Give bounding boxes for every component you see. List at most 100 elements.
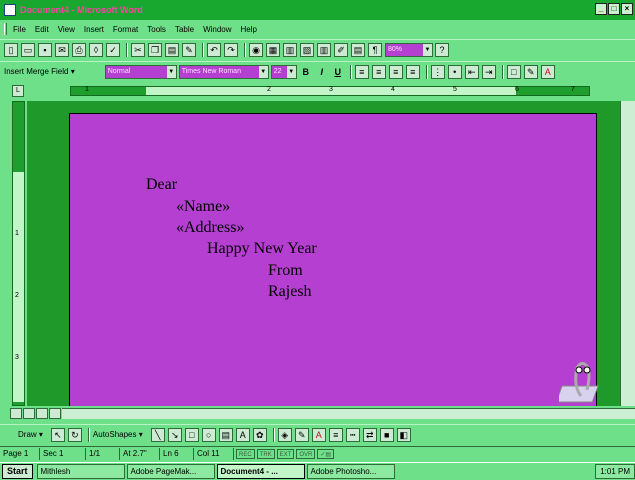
horizontal-ruler[interactable]: 1 2 3 4 5 6 7	[70, 86, 590, 96]
tables-borders-icon[interactable]: ▦	[266, 42, 280, 57]
cut-icon[interactable]: ✂	[131, 42, 145, 57]
spelling-icon[interactable]: ✓	[106, 42, 120, 57]
show-hide-icon[interactable]: ¶	[368, 42, 382, 57]
start-button[interactable]: Start	[2, 464, 33, 479]
task-document4[interactable]: Document4 - ...	[216, 464, 305, 479]
status-ext[interactable]: EXT	[276, 448, 295, 459]
vertical-scrollbar[interactable]	[620, 101, 635, 406]
print-icon[interactable]: ⎙	[72, 42, 86, 57]
maximize-button[interactable]: □	[608, 3, 620, 15]
hyperlink-icon[interactable]: ◉	[249, 42, 263, 57]
word-app-icon[interactable]	[4, 4, 16, 16]
align-right-icon[interactable]: ≡	[388, 64, 403, 79]
open-folder-icon[interactable]: ▭	[21, 42, 35, 57]
document-map-icon[interactable]: ▤	[351, 42, 365, 57]
document-page[interactable]: Dear «Name» «Address» Happy New Year Fro…	[69, 113, 597, 406]
font-color-icon[interactable]: A	[311, 427, 326, 442]
task-mithlesh[interactable]: Mithlesh	[36, 464, 125, 479]
dash-style-icon[interactable]: ┅	[345, 427, 360, 442]
align-left-icon[interactable]: ≡	[354, 64, 369, 79]
bold-button[interactable]: B	[299, 65, 313, 79]
italic-button[interactable]: I	[315, 65, 329, 79]
help-icon[interactable]: ?	[435, 42, 449, 57]
redo-icon[interactable]: ↷	[224, 42, 238, 57]
line-color-icon[interactable]: ✎	[294, 427, 309, 442]
chevron-down-icon[interactable]: ▼	[286, 65, 296, 78]
style-select[interactable]: Normal ▼	[104, 64, 177, 79]
zoom-select[interactable]: 80% ▼	[385, 42, 433, 57]
chevron-down-icon[interactable]: ▼	[166, 65, 176, 78]
tab-selector-icon[interactable]: L	[12, 85, 24, 97]
normal-view-icon[interactable]	[10, 408, 22, 419]
font-select[interactable]: Times New Roman ▼	[178, 64, 269, 79]
save-icon[interactable]: ▪	[38, 42, 52, 57]
menu-file[interactable]: File	[13, 25, 26, 34]
office-assistant-paperclip-icon[interactable]	[559, 356, 611, 406]
status-at: At 2.7"	[120, 447, 160, 460]
menu-format[interactable]: Format	[113, 25, 138, 34]
font-size-select[interactable]: 22 ▼	[270, 64, 297, 79]
decrease-indent-icon[interactable]: ⇤	[464, 64, 479, 79]
menu-insert[interactable]: Insert	[84, 25, 104, 34]
menu-window[interactable]: Window	[203, 25, 231, 34]
fill-color-icon[interactable]: ◈	[277, 427, 292, 442]
highlight-icon[interactable]: ✎	[523, 64, 538, 79]
3d-icon[interactable]: ◧	[396, 427, 411, 442]
arrow-style-icon[interactable]: ⇄	[362, 427, 377, 442]
justify-icon[interactable]: ≡	[405, 64, 420, 79]
menu-table[interactable]: Table	[175, 25, 194, 34]
status-trk[interactable]: TRK	[256, 448, 275, 459]
draw-menu-button[interactable]: Draw ▾	[18, 430, 43, 439]
autoshapes-menu-button[interactable]: AutoShapes ▾	[93, 430, 143, 439]
paste-icon[interactable]: ▤	[165, 42, 179, 57]
insert-table-icon[interactable]: ▥	[283, 42, 297, 57]
vertical-ruler[interactable]: 1 2 3	[12, 101, 25, 406]
insert-merge-field-button[interactable]: Insert Merge Field ▾	[4, 67, 75, 76]
menu-help[interactable]: Help	[241, 25, 257, 34]
bullets-icon[interactable]: •	[447, 64, 462, 79]
print-preview-icon[interactable]: ◊	[89, 42, 103, 57]
close-button[interactable]: ×	[621, 3, 633, 15]
task-photoshop[interactable]: Adobe Photosho...	[306, 464, 395, 479]
copy-icon[interactable]: ❐	[148, 42, 162, 57]
line-style-icon[interactable]: ≡	[328, 427, 343, 442]
format-painter-icon[interactable]: ✎	[182, 42, 196, 57]
task-pagemaker[interactable]: Adobe PageMak...	[126, 464, 215, 479]
insert-excel-icon[interactable]: ▧	[300, 42, 314, 57]
clipart-icon[interactable]: ✿	[252, 427, 267, 442]
print-layout-icon[interactable]	[36, 408, 48, 419]
shadow-icon[interactable]: ■	[379, 427, 394, 442]
align-center-icon[interactable]: ≡	[371, 64, 386, 79]
columns-icon[interactable]: ▥	[317, 42, 331, 57]
oval-icon[interactable]: ○	[201, 427, 216, 442]
menu-view[interactable]: View	[58, 25, 75, 34]
status-rec[interactable]: REC	[236, 448, 255, 459]
undo-icon[interactable]: ↶	[207, 42, 221, 57]
new-document-icon[interactable]: ▯	[4, 42, 18, 57]
menu-grip[interactable]	[4, 23, 7, 35]
textbox-icon[interactable]: ▤	[218, 427, 233, 442]
spelling-status-icon[interactable]: ✓▤	[317, 448, 335, 459]
email-icon[interactable]: ✉	[55, 42, 69, 57]
drawing-icon[interactable]: ✐	[334, 42, 348, 57]
arrow-icon[interactable]: ↘	[167, 427, 182, 442]
horizontal-scrollbar[interactable]	[62, 408, 635, 419]
free-rotate-icon[interactable]: ↻	[67, 427, 82, 442]
rectangle-icon[interactable]: □	[184, 427, 199, 442]
chevron-down-icon[interactable]: ▼	[423, 43, 432, 56]
status-ovr[interactable]: OVR	[296, 448, 316, 459]
underline-button[interactable]: U	[331, 65, 345, 79]
menu-edit[interactable]: Edit	[35, 25, 49, 34]
web-view-icon[interactable]	[23, 408, 35, 419]
menu-tools[interactable]: Tools	[147, 25, 166, 34]
minimize-button[interactable]: _	[595, 3, 607, 15]
wordart-icon[interactable]: A	[235, 427, 250, 442]
outline-view-icon[interactable]	[49, 408, 61, 419]
numbering-icon[interactable]: ⋮	[430, 64, 445, 79]
increase-indent-icon[interactable]: ⇥	[481, 64, 496, 79]
borders-icon[interactable]: □	[506, 64, 521, 79]
chevron-down-icon[interactable]: ▼	[258, 65, 268, 78]
line-icon[interactable]: ╲	[150, 427, 165, 442]
select-objects-icon[interactable]: ↖	[50, 427, 65, 442]
font-color-icon[interactable]: A	[540, 64, 555, 79]
